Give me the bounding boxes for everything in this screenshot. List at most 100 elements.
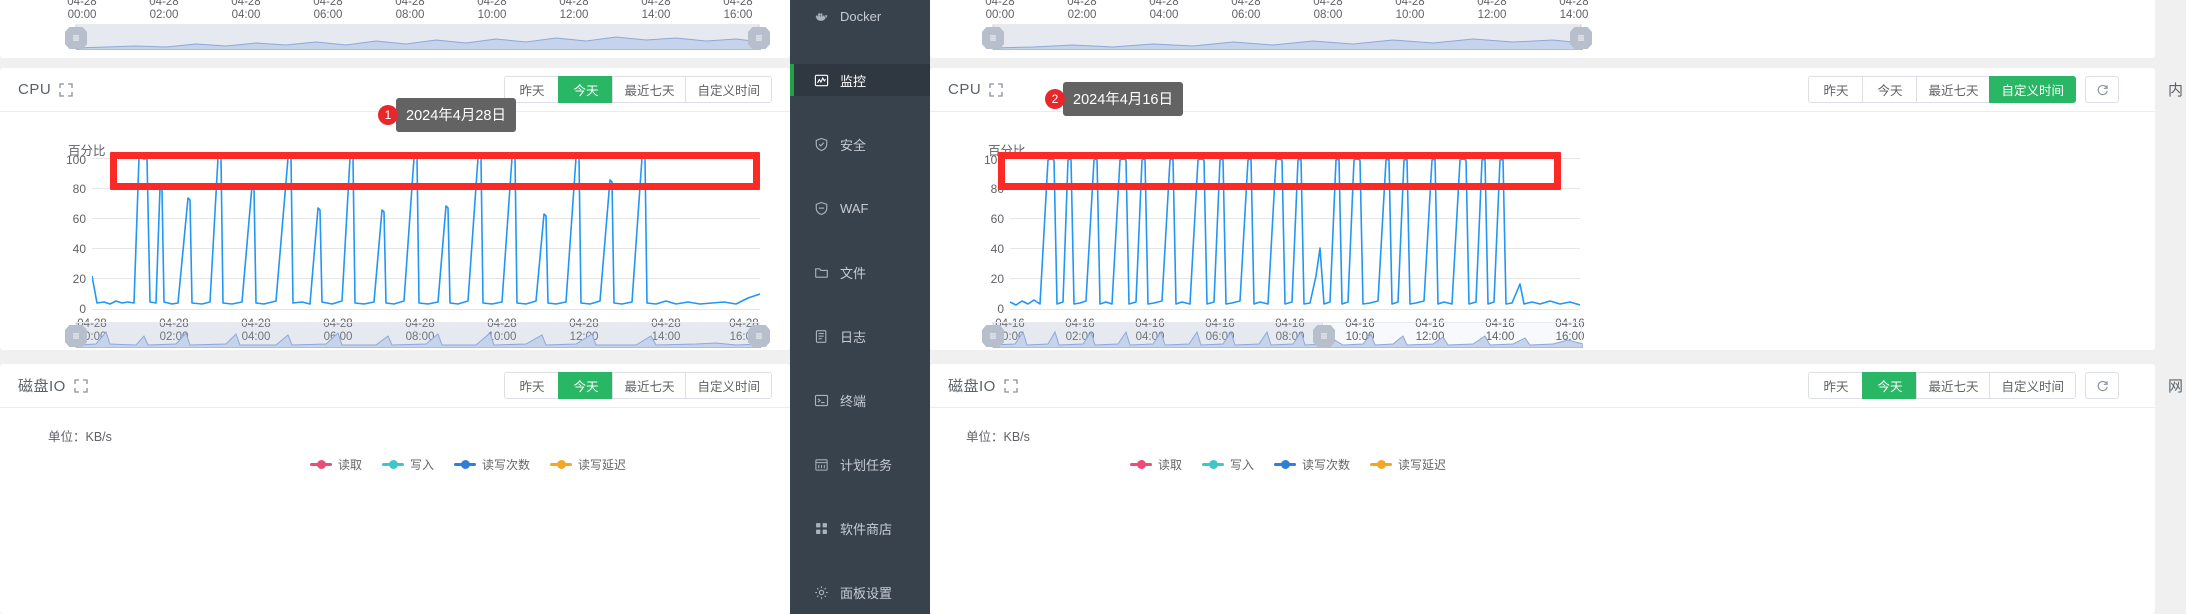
y-tick: 40 (72, 242, 86, 256)
sidebar: Docker 监控 安全 WAF 文件 日志 终端 计划任务 软件商店 面板设置 (790, 0, 930, 614)
terminal-icon (814, 393, 829, 408)
btn-custom-time[interactable]: 自定义时间 (1989, 372, 2076, 399)
btn-today[interactable]: 今天 (558, 76, 613, 103)
sidebar-item-terminal[interactable]: 终端 (790, 384, 930, 416)
right-top-datazoom[interactable]: ≡ ≡ (982, 24, 1592, 50)
datazoom-handle-left[interactable]: ≡ (65, 325, 87, 347)
gear-icon (814, 585, 829, 600)
x-tick: 04-28 00:00 (67, 0, 97, 21)
legend-color-rw-count (1274, 460, 1297, 469)
datazoom-handle-right[interactable]: ≡ (748, 27, 770, 49)
btn-yesterday[interactable]: 昨天 (1808, 76, 1863, 103)
datazoom-handle-right[interactable]: ≡ (1313, 325, 1335, 347)
left-cpu-time-range-buttons[interactable]: 昨天 今天 最近七天 自定义时间 (504, 76, 772, 103)
right-cpu-datazoom[interactable]: ≡ ≡ (982, 322, 1583, 348)
expand-icon[interactable] (989, 82, 1003, 97)
expand-icon[interactable] (1004, 378, 1018, 393)
callout-text: 2024年4月28日 (396, 98, 516, 132)
btn-last-seven-days[interactable]: 最近七天 (1916, 372, 1990, 399)
datazoom-handle-left[interactable]: ≡ (982, 27, 1004, 49)
sidebar-item-logs[interactable]: 日志 (790, 320, 930, 352)
right-top-chart-card: 04-28 00:00 04-28 02:00 04-28 04:00 04-2… (930, 0, 2155, 58)
sidebar-item-label: 监控 (840, 73, 867, 89)
sidebar-item-app-store[interactable]: 软件商店 (790, 512, 930, 544)
datazoom-handle-right[interactable]: ≡ (748, 325, 770, 347)
btn-today[interactable]: 今天 (558, 372, 613, 399)
right-cpu-time-range-buttons[interactable]: 昨天 今天 最近七天 自定义时间 (1808, 76, 2119, 103)
docker-icon (814, 9, 829, 24)
legend-item[interactable]: 读取 (310, 456, 362, 473)
right-diskio-legend[interactable]: 读取 写入 读写次数 读写延迟 (1130, 456, 1446, 473)
legend-color-write (1202, 460, 1225, 469)
datazoom-handle-left[interactable]: ≡ (65, 27, 87, 49)
right-cpu-title-group: CPU (948, 81, 1003, 98)
btn-custom-time[interactable]: 自定义时间 (1989, 76, 2076, 103)
sidebar-item-label: WAF (840, 200, 869, 216)
legend-label: 读取 (1158, 458, 1183, 472)
refresh-button[interactable] (2085, 76, 2119, 103)
left-top-datazoom[interactable]: ≡ ≡ (65, 24, 770, 50)
expand-icon[interactable] (59, 82, 73, 97)
legend-item[interactable]: 读写延迟 (1370, 456, 1446, 473)
y-tick: 80 (990, 182, 1004, 196)
sidebar-item-waf[interactable]: WAF (790, 192, 930, 224)
y-tick: 0 (79, 302, 86, 316)
legend-item[interactable]: 写入 (1202, 456, 1254, 473)
legend-label: 读写次数 (482, 458, 531, 472)
expand-icon[interactable] (74, 378, 88, 393)
right-top-chart-body: 04-28 00:00 04-28 02:00 04-28 04:00 04-2… (930, 0, 2155, 58)
right-callout: 2 2024年4月16日 (1045, 82, 1183, 116)
left-cpu-title-group: CPU (18, 81, 73, 98)
legend-item[interactable]: 读取 (1130, 456, 1182, 473)
sidebar-item-monitor[interactable]: 监控 (790, 64, 930, 96)
left-diskio-legend[interactable]: 读取 写入 读写次数 读写延迟 (310, 456, 626, 473)
right-diskio-header: 磁盘IO 昨天 今天 最近七天 自定义时间 (930, 364, 2155, 408)
apps-icon (814, 521, 829, 536)
left-panel: 04-28 00:00 04-28 02:00 04-28 04:00 04-2… (0, 0, 790, 614)
right-diskio-card: 磁盘IO 昨天 今天 最近七天 自定义时间 单位：KB/s 读取 写入 读写次数… (930, 364, 2155, 614)
sidebar-item-label: 计划任务 (840, 457, 893, 473)
y-tick: 100 (65, 153, 86, 167)
btn-yesterday[interactable]: 昨天 (1808, 372, 1863, 399)
legend-item[interactable]: 读写延迟 (550, 456, 626, 473)
y-tick: 100 (983, 153, 1004, 167)
sidebar-item-scheduled-tasks[interactable]: 计划任务 (790, 448, 930, 480)
y-tick: 80 (72, 182, 86, 196)
x-tick: 04-28 14:00 (1559, 0, 1589, 21)
btn-last-seven-days[interactable]: 最近七天 (612, 372, 686, 399)
btn-last-seven-days[interactable]: 最近七天 (1916, 76, 1990, 103)
right-diskio-time-range-buttons[interactable]: 昨天 今天 最近七天 自定义时间 (1808, 372, 2119, 399)
btn-custom-time[interactable]: 自定义时间 (685, 372, 772, 399)
monitoring-comparison-screen: 04-28 00:00 04-28 02:00 04-28 04:00 04-2… (0, 0, 2186, 614)
btn-today[interactable]: 今天 (1862, 76, 1917, 103)
x-tick: 04-28 04:00 (231, 0, 261, 21)
sidebar-item-security[interactable]: 安全 (790, 128, 930, 160)
sidebar-item-panel-settings[interactable]: 面板设置 (790, 576, 930, 608)
btn-today[interactable]: 今天 (1862, 372, 1917, 399)
btn-yesterday[interactable]: 昨天 (504, 372, 559, 399)
x-tick: 04-28 08:00 (395, 0, 425, 21)
datazoom-handle-left[interactable]: ≡ (982, 325, 1004, 347)
callout-number-badge: 2 (1045, 89, 1065, 109)
left-cpu-plot (92, 158, 760, 310)
datazoom-preview (76, 330, 761, 348)
legend-item[interactable]: 读写次数 (454, 456, 530, 473)
btn-last-seven-days[interactable]: 最近七天 (612, 76, 686, 103)
y-tick: 0 (997, 302, 1004, 316)
x-tick: 04-28 06:00 (1231, 0, 1261, 21)
refresh-button[interactable] (2085, 372, 2119, 399)
left-diskio-chart-body: 单位：KB/s 读取 写入 读写次数 读写延迟 (0, 408, 790, 614)
left-cpu-datazoom[interactable]: ≡ ≡ (65, 322, 770, 348)
card-title-text: 磁盘IO (948, 378, 996, 395)
datazoom-handle-right[interactable]: ≡ (1570, 27, 1592, 49)
legend-color-read (310, 460, 332, 469)
y-tick: 20 (990, 272, 1004, 286)
legend-item[interactable]: 写入 (382, 456, 434, 473)
legend-item[interactable]: 读写次数 (1274, 456, 1350, 473)
legend-color-read (1130, 460, 1152, 469)
left-diskio-time-range-buttons[interactable]: 昨天 今天 最近七天 自定义时间 (504, 372, 772, 399)
sidebar-item-docker[interactable]: Docker (790, 0, 930, 32)
sidebar-item-files[interactable]: 文件 (790, 256, 930, 288)
x-tick: 04-28 02:00 (149, 0, 179, 21)
btn-custom-time[interactable]: 自定义时间 (685, 76, 772, 103)
